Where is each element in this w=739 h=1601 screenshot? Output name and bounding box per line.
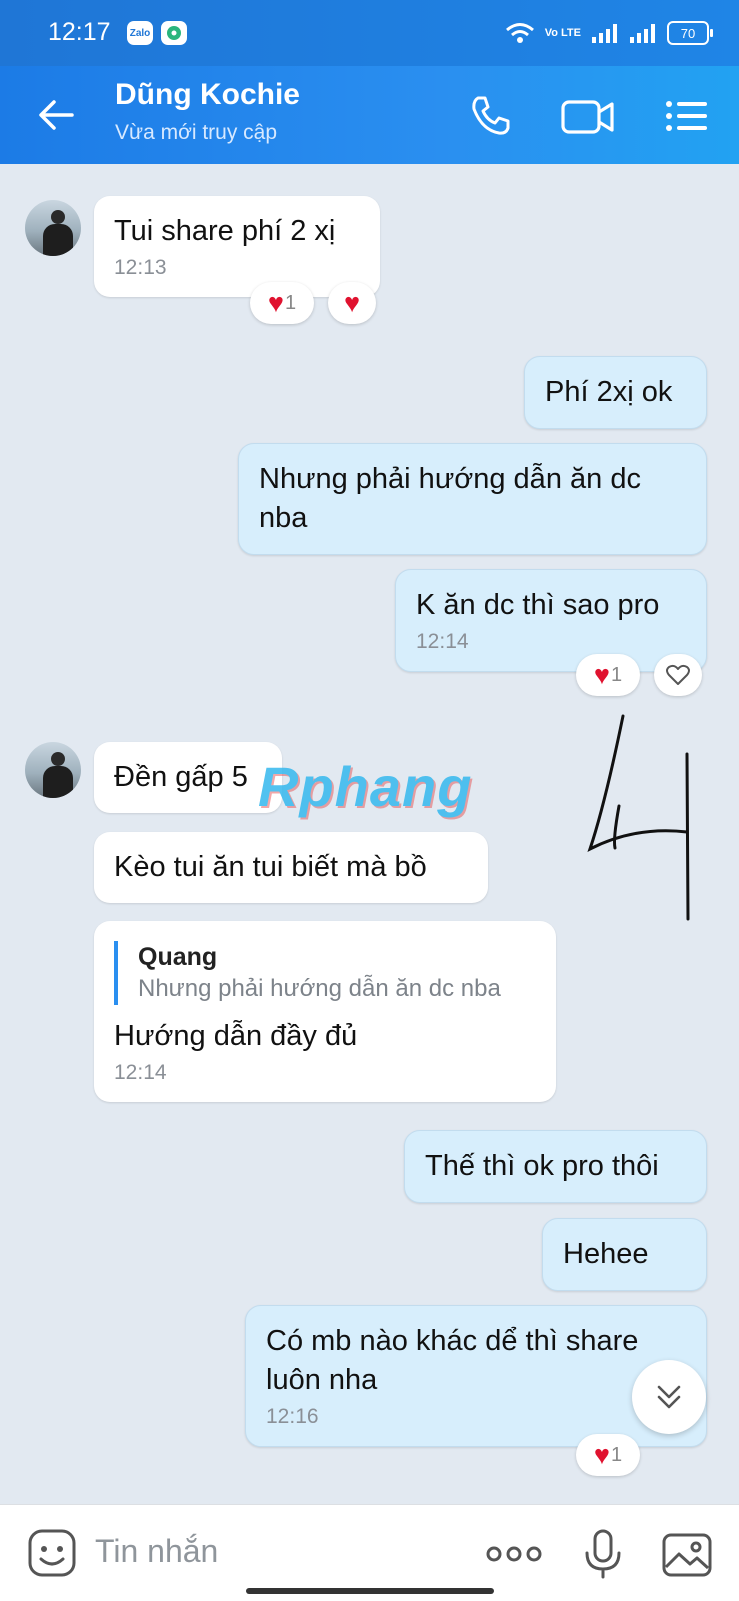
home-indicator — [246, 1588, 494, 1594]
react-button[interactable] — [654, 654, 702, 696]
reply-message-bubble[interactable]: Quang Nhưng phải hướng dẫn ăn dc nba Hướ… — [94, 921, 556, 1102]
message-bubble[interactable]: Kèo tui ăn tui biết mà bồ — [94, 832, 488, 903]
message-bubble[interactable]: Phí 2xị ok — [524, 356, 707, 429]
reaction-count: 1 — [284, 291, 297, 314]
message-text: Nhưng phải hướng dẫn ăn dc nba — [259, 463, 641, 534]
message-bubble[interactable]: Tui share phí 2 xị 12:13 — [94, 196, 380, 297]
react-button[interactable]: ♥ — [328, 282, 376, 324]
message-text: Có mb nào khác dể thì share luôn nha — [266, 1325, 639, 1396]
reply-author: Quang — [138, 943, 218, 971]
message-bubble[interactable]: Đền gấp 5 — [94, 742, 282, 813]
contact-name[interactable]: Dũng Kochie — [115, 78, 300, 112]
status-indicators: Vo LTE 70 — [505, 18, 713, 48]
avatar[interactable] — [25, 200, 81, 256]
heart-icon: ♥ — [267, 287, 284, 318]
microphone-icon[interactable] — [576, 1527, 630, 1581]
reaction-count: 1 — [610, 1443, 623, 1466]
message-text: Tui share phí 2 xị — [114, 215, 336, 247]
message-text: Hehee — [563, 1238, 649, 1270]
message-text: K ăn dc thì sao pro — [416, 589, 660, 621]
reaction-badge[interactable]: ♥ 1 — [576, 654, 640, 696]
scroll-to-bottom-button[interactable] — [632, 1360, 706, 1434]
message-time: 12:16 — [266, 1405, 319, 1428]
reaction-count: 1 — [610, 663, 623, 686]
reply-quote[interactable]: Quang Nhưng phải hướng dẫn ăn dc nba — [114, 941, 536, 1005]
message-bubble[interactable]: Thế thì ok pro thôi — [404, 1130, 707, 1203]
message-text: Kèo tui ăn tui biết mà bồ — [114, 851, 427, 883]
watermark-logo: Rphang — [258, 755, 473, 818]
message-text: Phí 2xị ok — [545, 376, 673, 408]
zalo-notification-icon: Zalo — [127, 21, 153, 45]
image-icon[interactable] — [660, 1527, 714, 1581]
message-text: Hướng dẫn đầy đủ — [114, 1020, 358, 1052]
video-call-icon[interactable] — [560, 92, 616, 140]
message-bubble[interactable]: Nhưng phải hướng dẫn ăn dc nba — [238, 443, 707, 555]
menu-list-icon[interactable] — [664, 92, 710, 140]
message-time: 12:14 — [416, 630, 469, 653]
reaction-badge[interactable]: ♥ 1 — [250, 282, 314, 324]
battery-icon: 70 — [667, 21, 713, 45]
volte-indicator: Vo LTE — [544, 27, 581, 39]
message-bubble[interactable]: Hehee — [542, 1218, 707, 1291]
heart-outline-icon — [666, 664, 690, 685]
chat-header: Dũng Kochie Vừa mới truy cập — [0, 66, 739, 164]
back-arrow-icon[interactable] — [36, 94, 78, 136]
contact-status: Vừa mới truy cập — [115, 121, 278, 144]
message-input[interactable]: Tin nhắn — [95, 1533, 218, 1570]
avatar[interactable] — [25, 742, 81, 798]
sticker-icon[interactable] — [26, 1527, 80, 1581]
double-chevron-down-icon — [657, 1385, 681, 1409]
status-time: 12:17 — [48, 18, 111, 46]
status-bar: 12:17 Zalo Vo LTE 70 — [0, 0, 739, 66]
message-time: 12:14 — [114, 1061, 167, 1084]
heart-icon: ♥ — [593, 1439, 610, 1470]
message-text: Đền gấp 5 — [114, 761, 248, 793]
wifi-icon — [505, 23, 534, 43]
reaction-badge[interactable]: ♥ 1 — [576, 1434, 640, 1476]
message-bubble[interactable]: K ăn dc thì sao pro 12:14 — [395, 569, 707, 672]
message-input-bar: Tin nhắn — [0, 1504, 739, 1601]
heart-icon: ♥ — [593, 659, 610, 690]
signal-icon — [592, 24, 617, 43]
handwritten-scribble — [587, 714, 690, 921]
message-time: 12:13 — [114, 256, 167, 279]
message-text: Thế thì ok pro thôi — [425, 1150, 659, 1182]
signal-icon-2 — [630, 24, 655, 43]
heart-icon: ♥ — [343, 287, 361, 318]
reply-text: Nhưng phải hướng dẫn ăn dc nba — [138, 975, 501, 1002]
chat-notification-icon — [161, 21, 187, 45]
phone-icon[interactable] — [466, 92, 514, 140]
more-dots-icon[interactable] — [484, 1527, 544, 1581]
chat-area[interactable]: Tui share phí 2 xị 12:13 ♥ 1 ♥ Phí 2xị o… — [0, 164, 739, 1504]
